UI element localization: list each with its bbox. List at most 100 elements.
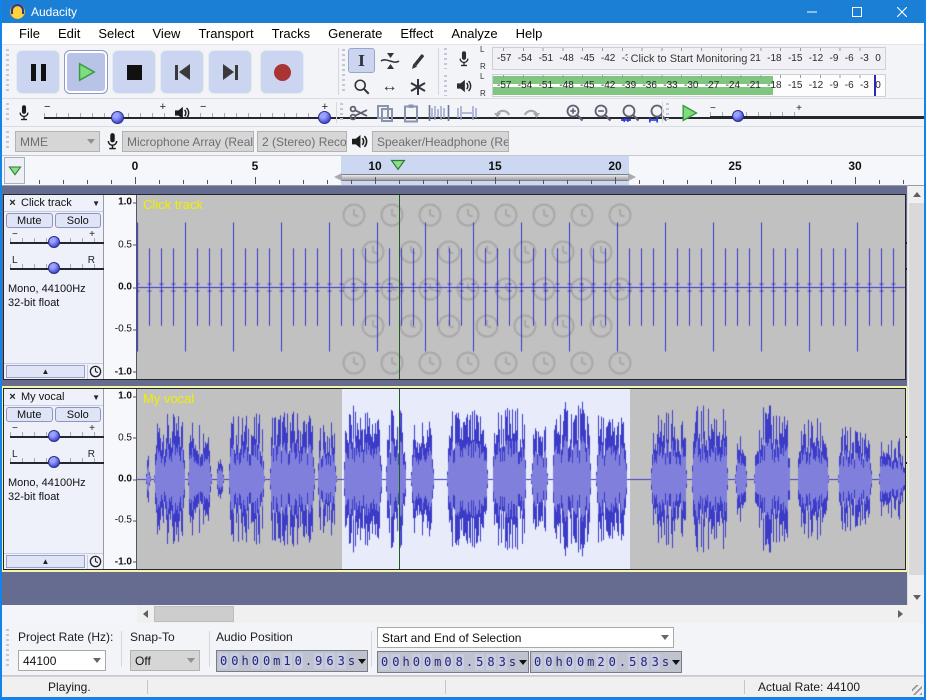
playback-meter-grip[interactable] (442, 75, 449, 96)
vertical-scroll-thumb[interactable] (909, 203, 924, 575)
play-at-speed-button[interactable] (676, 101, 702, 125)
track1-menu-button[interactable]: ▼ (92, 199, 101, 208)
track2-gain-thumb[interactable] (48, 430, 60, 442)
track2-pan-slider[interactable]: L R (10, 451, 97, 475)
skip-to-end-button[interactable] (208, 50, 252, 94)
time-format-dropdown[interactable] (519, 660, 527, 665)
redo-button[interactable] (518, 101, 544, 125)
play-speed-grip[interactable] (664, 103, 671, 122)
recording-meter-button[interactable] (450, 47, 478, 70)
audio-position-field[interactable]: 00h00m10.963s (216, 650, 368, 672)
recording-channels-select[interactable]: 2 (Stereo) Recor (257, 131, 347, 152)
silence-audio-button[interactable] (454, 101, 480, 125)
time-format-dropdown[interactable] (672, 660, 680, 665)
draw-tool-button[interactable] (404, 48, 431, 73)
track2-waveform-area[interactable]: My vocal (137, 389, 905, 569)
snap-to-select[interactable]: Off (130, 650, 200, 671)
zoom-in-button[interactable] (562, 101, 588, 125)
recording-volume-thumb[interactable] (111, 111, 124, 124)
record-button[interactable] (260, 50, 304, 94)
timeline-ruler[interactable]: 051015202530 (2, 156, 924, 186)
menu-file[interactable]: File (10, 26, 49, 41)
quick-play-bar[interactable] (341, 174, 629, 181)
mixer-grip[interactable] (4, 103, 11, 122)
edit-grip[interactable] (338, 103, 345, 122)
menu-edit[interactable]: Edit (49, 26, 89, 41)
timeshift-tool-button[interactable]: ↔ (376, 74, 403, 99)
undo-button[interactable] (490, 101, 516, 125)
playback-volume-thumb[interactable] (318, 111, 331, 124)
resize-grip[interactable] (912, 685, 922, 695)
pause-button[interactable] (16, 50, 60, 94)
device-grip[interactable] (4, 131, 11, 151)
track1-pan-thumb[interactable] (48, 262, 60, 274)
track1-solo-button[interactable]: Solo (55, 213, 102, 228)
audio-host-select[interactable]: MME (15, 131, 100, 152)
selection-end-field[interactable]: 00h00m20.583s (530, 651, 682, 673)
copy-button[interactable] (372, 101, 398, 125)
track1-collapse-button[interactable]: ▲ (6, 365, 85, 378)
skip-to-start-button[interactable] (160, 50, 204, 94)
track2-collapse-button[interactable]: ▲ (6, 555, 85, 568)
zoom-selection-button[interactable] (618, 101, 644, 125)
close-button[interactable] (879, 0, 924, 23)
menu-generate[interactable]: Generate (319, 26, 391, 41)
tools-grip[interactable] (340, 49, 347, 94)
playback-device-select[interactable]: Speaker/Headphone (Realte (372, 131, 509, 152)
menu-view[interactable]: View (144, 26, 190, 41)
minimize-button[interactable] (789, 0, 834, 23)
scroll-down-button[interactable] (908, 589, 925, 605)
stop-button[interactable] (112, 50, 156, 94)
track1-waveform-area[interactable]: Click track (137, 195, 905, 379)
track2-close-button[interactable]: × (6, 391, 19, 403)
track2-pan-thumb[interactable] (48, 456, 60, 468)
trim-audio-button[interactable] (426, 101, 452, 125)
vertical-scrollbar[interactable] (907, 186, 924, 605)
horizontal-scrollbar[interactable] (2, 605, 924, 623)
track2-menu-button[interactable]: ▼ (92, 393, 101, 402)
track1-close-button[interactable]: × (6, 197, 19, 209)
menu-transport[interactable]: Transport (189, 26, 262, 41)
selection-toolbar-grip[interactable] (4, 629, 11, 669)
pinned-play-head-button[interactable] (4, 157, 25, 184)
zoom-out-button[interactable] (590, 101, 616, 125)
selection-mode-select[interactable]: Start and End of Selection (377, 627, 674, 648)
recording-meter-grip[interactable] (442, 48, 449, 69)
menu-analyze[interactable]: Analyze (442, 26, 506, 41)
track2-gain-slider[interactable]: − + (10, 425, 97, 449)
menu-help[interactable]: Help (507, 26, 552, 41)
track1-gain-slider[interactable]: − + (10, 231, 97, 255)
paste-button[interactable] (398, 101, 424, 125)
selection-tool-button[interactable]: I (348, 48, 375, 73)
track1-vertical-ruler[interactable]: 1.00.50.0-0.5-1.0 (104, 195, 137, 379)
play-speed-thumb[interactable] (732, 110, 744, 122)
menu-tracks[interactable]: Tracks (263, 26, 320, 41)
recording-device-select[interactable]: Microphone Array (Realtek (122, 131, 254, 152)
selection-start-field[interactable]: 00h00m08.583s (377, 651, 529, 673)
track1-clock-icon[interactable] (87, 365, 103, 379)
playback-meter[interactable]: -57-54-51-48-45-42-39-36-33-30-27-24-21-… (492, 74, 886, 97)
track1-name[interactable]: Click track (19, 197, 92, 209)
track2-name[interactable]: My vocal (19, 391, 92, 403)
menu-effect[interactable]: Effect (391, 26, 442, 41)
maximize-button[interactable] (834, 0, 879, 23)
track2-vertical-ruler[interactable]: 1.00.50.0-0.5-1.0 (104, 389, 137, 569)
scroll-left-button[interactable] (137, 605, 153, 623)
play-button[interactable] (64, 50, 108, 94)
horizontal-scroll-thumb[interactable] (154, 606, 234, 622)
monitoring-hint[interactable]: Click to Start Monitoring (628, 53, 751, 65)
transport-grip[interactable] (4, 49, 11, 94)
track2-waveform-canvas[interactable] (137, 389, 905, 569)
envelope-tool-button[interactable] (376, 48, 403, 73)
playback-meter-button[interactable] (450, 74, 478, 97)
scroll-up-button[interactable] (908, 186, 925, 202)
project-rate-select[interactable]: 44100 (18, 650, 106, 671)
track1-gain-thumb[interactable] (48, 236, 60, 248)
track2-mute-button[interactable]: Mute (6, 407, 53, 422)
multi-tool-button[interactable] (404, 74, 431, 99)
track1-pan-slider[interactable]: L R (10, 257, 97, 281)
menu-select[interactable]: Select (89, 26, 143, 41)
time-format-dropdown[interactable] (358, 659, 366, 664)
recording-meter[interactable]: -57-54-51-48-45-42-39-36-33-30-27-24-21-… (492, 47, 886, 70)
track1-waveform-canvas[interactable] (137, 195, 905, 379)
